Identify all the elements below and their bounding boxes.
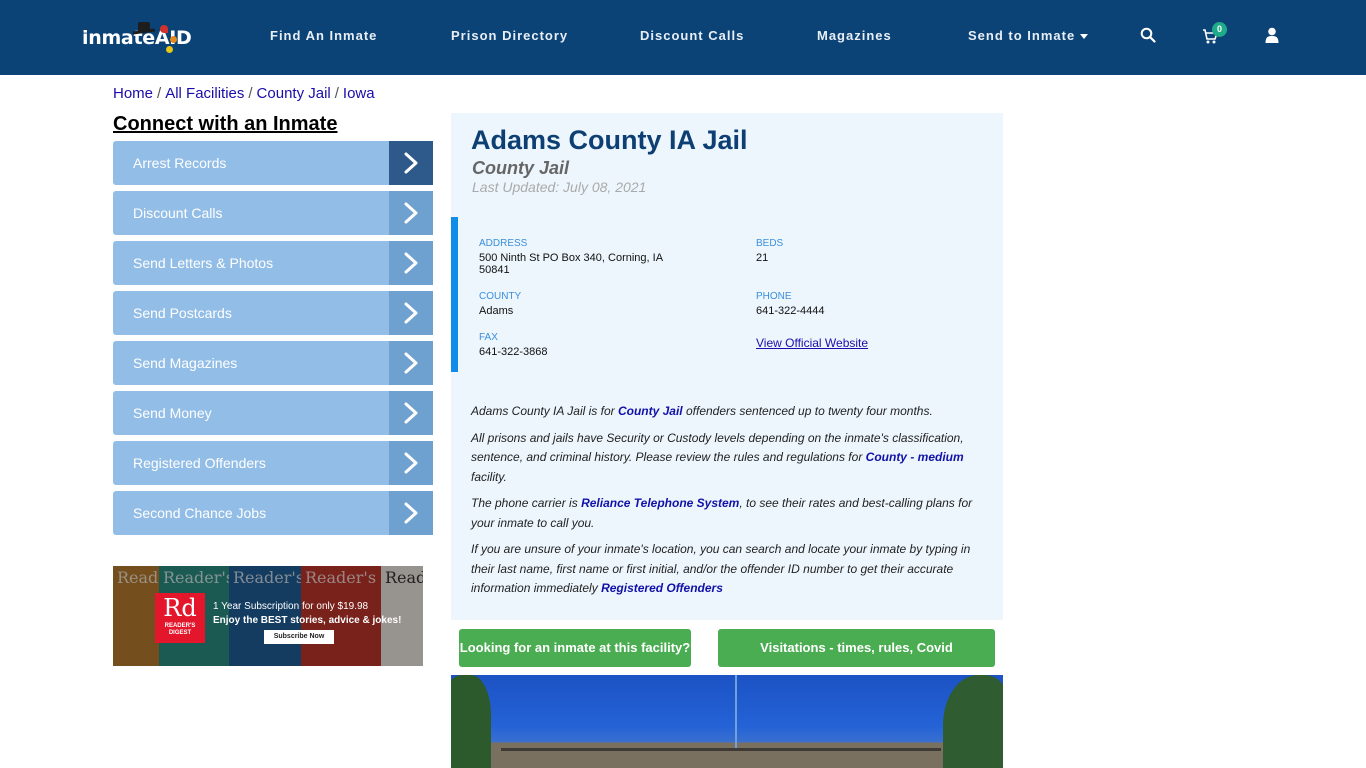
find-inmate-at-facility-button[interactable]: Looking for an inmate at this facility?: [459, 629, 691, 667]
sidebar-item-label: Send Postcards: [133, 305, 232, 321]
subscribe-now-button[interactable]: Subscribe Now: [264, 630, 334, 644]
registered-offenders-link[interactable]: Registered Offenders: [601, 581, 723, 595]
breadcrumb-iowa[interactable]: Iowa: [343, 85, 375, 102]
county-medium-link[interactable]: County - medium: [866, 450, 964, 464]
nav-find-an-inmate[interactable]: Find An Inmate: [270, 28, 377, 43]
address-value: 500 Ninth St PO Box 340, Corning, IA 508…: [479, 252, 663, 276]
sidebar-item-send-money[interactable]: Send Money: [113, 391, 433, 435]
caret-down-icon: [1080, 34, 1089, 40]
breadcrumb-separator: /: [334, 85, 339, 102]
phone-field: PHONE 641-322-4444: [756, 290, 956, 317]
facility-photo: [451, 675, 1003, 768]
sidebar-item-arrest-records[interactable]: Arrest Records: [113, 141, 433, 185]
leaf-icon: [166, 46, 173, 53]
top-navbar: inmateAID Find An Inmate Prison Director…: [0, 0, 1366, 75]
chevron-right-icon: [389, 141, 433, 185]
sidebar-title: Connect with an Inmate: [113, 113, 338, 135]
chevron-right-icon: [389, 241, 433, 285]
chevron-right-icon: [389, 441, 433, 485]
breadcrumb: Home / All Facilities / County Jail / Iowa: [113, 85, 375, 102]
fax-field: FAX 641-322-3868: [479, 331, 679, 358]
ad-offer-text: 1 Year Subscription for only $19.98: [213, 601, 369, 612]
chevron-right-icon: [389, 391, 433, 435]
sidebar-item-second-chance-jobs[interactable]: Second Chance Jobs: [113, 491, 433, 535]
visitations-button[interactable]: Visitations - times, rules, Covid cancel…: [718, 629, 995, 693]
sidebar-menu: Arrest Records Discount Calls Send Lette…: [113, 141, 433, 541]
facility-panel: Adams County IA Jail County Jail Last Up…: [451, 113, 1003, 620]
beds-field: BEDS 21: [756, 237, 956, 264]
sidebar-item-send-magazines[interactable]: Send Magazines: [113, 341, 433, 385]
sidebar-item-label: Arrest Records: [133, 155, 227, 171]
sidebar-item-registered-offenders[interactable]: Registered Offenders: [113, 441, 433, 485]
search-icon[interactable]: [1140, 27, 1158, 45]
website-field: View Official Website: [756, 334, 956, 352]
leaf-icon: [160, 25, 168, 33]
fax-value: 641-322-3868: [479, 346, 548, 358]
readers-digest-ad-banner[interactable]: Reader's Reader's Reader's Reader's Read…: [113, 566, 423, 666]
pilgrim-hat-icon: [132, 22, 156, 34]
facility-description: Adams County IA Jail is for County Jail …: [471, 402, 986, 606]
beds-label: BEDS: [756, 238, 784, 249]
county-label: COUNTY: [479, 291, 522, 302]
last-updated: Last Updated: July 08, 2021: [472, 179, 647, 195]
breadcrumb-county-jail[interactable]: County Jail: [257, 85, 331, 102]
sidebar-item-label: Send Letters & Photos: [133, 255, 274, 271]
chevron-right-icon: [389, 291, 433, 335]
sidebar-item-label: Discount Calls: [133, 205, 223, 221]
chevron-right-icon: [389, 341, 433, 385]
breadcrumb-separator: /: [248, 85, 253, 102]
leaf-icon: [170, 36, 177, 43]
county-value: Adams: [479, 305, 514, 317]
nav-magazines[interactable]: Magazines: [817, 28, 892, 43]
reliance-telephone-link[interactable]: Reliance Telephone System: [581, 496, 739, 510]
breadcrumb-home[interactable]: Home: [113, 85, 153, 102]
sidebar-item-send-letters-photos[interactable]: Send Letters & Photos: [113, 241, 433, 285]
facility-name: Adams County IA Jail: [471, 125, 748, 155]
sidebar-item-discount-calls[interactable]: Discount Calls: [113, 191, 433, 235]
description-paragraph: Adams County IA Jail is for County Jail …: [471, 404, 933, 418]
phone-value: 641-322-4444: [756, 305, 825, 317]
fax-label: FAX: [479, 332, 498, 343]
inmateaid-logo[interactable]: inmateAID: [82, 22, 192, 54]
sidebar-item-label: Registered Offenders: [133, 455, 266, 471]
nav-prison-directory[interactable]: Prison Directory: [451, 28, 568, 43]
county-field: COUNTY Adams: [479, 290, 679, 317]
ad-tagline: Enjoy the BEST stories, advice & jokes!: [213, 615, 402, 626]
nav-send-to-inmate[interactable]: Send to Inmate: [968, 28, 1089, 43]
facility-type: County Jail: [472, 158, 570, 178]
address-field: ADDRESS 500 Ninth St PO Box 340, Corning…: [479, 237, 679, 276]
facility-info-box: ADDRESS 500 Ninth St PO Box 340, Corning…: [451, 217, 1003, 372]
sidebar-item-label: Send Magazines: [133, 355, 238, 371]
description-paragraph: If you are unsure of your inmate's locat…: [471, 542, 971, 595]
address-label: ADDRESS: [479, 238, 528, 249]
sidebar-item-send-postcards[interactable]: Send Postcards: [113, 291, 433, 335]
phone-label: PHONE: [756, 291, 792, 302]
breadcrumb-all-facilities[interactable]: All Facilities: [165, 85, 244, 102]
user-icon[interactable]: [1265, 27, 1283, 45]
sidebar-item-label: Second Chance Jobs: [133, 505, 267, 521]
sidebar-item-label: Send Money: [133, 405, 212, 421]
nav-send-to-inmate-label: Send to Inmate: [968, 28, 1076, 43]
readers-digest-logo: Rd READER'S DIGEST: [155, 593, 205, 643]
view-official-website-link[interactable]: View Official Website: [756, 336, 868, 350]
description-paragraph: The phone carrier is Reliance Telephone …: [471, 496, 973, 530]
chevron-right-icon: [389, 191, 433, 235]
chevron-right-icon: [389, 491, 433, 535]
breadcrumb-separator: /: [157, 85, 162, 102]
description-paragraph: All prisons and jails have Security or C…: [471, 430, 964, 484]
county-jail-link[interactable]: County Jail: [618, 404, 683, 418]
nav-discount-calls[interactable]: Discount Calls: [640, 28, 744, 43]
cart-count-badge: 0: [1212, 22, 1227, 37]
beds-value: 21: [756, 252, 769, 264]
